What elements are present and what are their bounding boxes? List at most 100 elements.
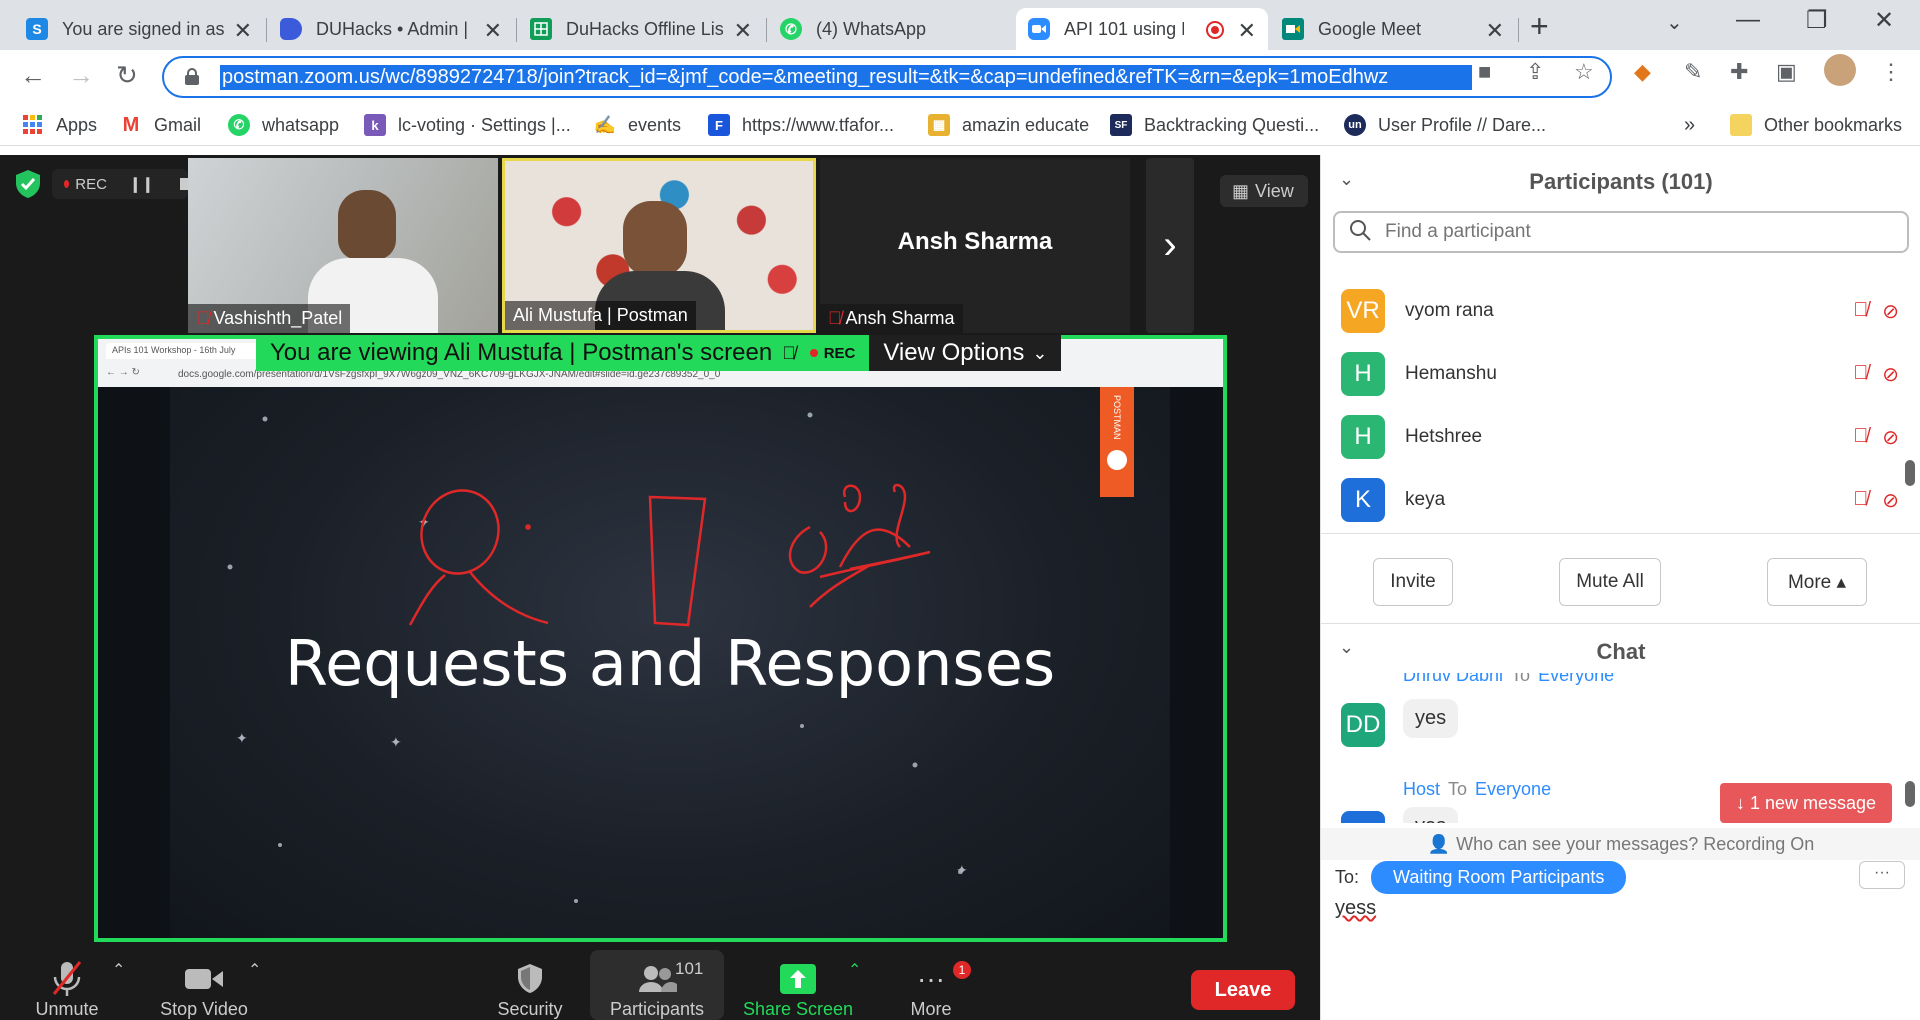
address-bar[interactable]: postman.zoom.us/wc/89892724718/join?trac… bbox=[162, 56, 1612, 98]
side-panel-icon[interactable]: ▣ bbox=[1776, 59, 1797, 85]
kebab-menu-icon[interactable]: ⋮ bbox=[1880, 59, 1902, 85]
participants-more-button[interactable]: More ▴ bbox=[1767, 558, 1867, 606]
bookmark-backtracking[interactable]: SF Backtracking Questi... bbox=[1110, 114, 1319, 136]
participant-row[interactable]: H Hemanshu 🎙̸ ⊘ bbox=[1341, 348, 1911, 400]
back-arrow-icon[interactable]: ← bbox=[20, 60, 46, 91]
invite-button[interactable]: Invite bbox=[1373, 558, 1453, 606]
view-button[interactable]: ▦ View bbox=[1220, 175, 1308, 207]
participants-scrollbar[interactable] bbox=[1905, 460, 1915, 486]
stop-video-button[interactable]: Stop Video bbox=[152, 950, 256, 1020]
extension-feather-icon[interactable]: ✎ bbox=[1684, 59, 1702, 85]
muted-mic-icon: 🎙̸ bbox=[1853, 298, 1869, 321]
participants-button[interactable]: 101 Participants bbox=[590, 950, 724, 1020]
recipient-selector[interactable]: Waiting Room Participants bbox=[1371, 861, 1627, 894]
browser-tab-5-active[interactable]: API 101 using P ✕ bbox=[1016, 8, 1268, 50]
next-page-chevron-icon[interactable]: › bbox=[1146, 158, 1194, 333]
participant-search-box[interactable] bbox=[1333, 211, 1909, 253]
bookmark-tfafor[interactable]: F https://www.tfafor... bbox=[708, 114, 894, 136]
zoom-favicon-icon bbox=[1028, 18, 1050, 40]
tab-title: You are signed in as bbox=[62, 18, 225, 39]
bookmark-amazin-educate[interactable]: ▦ amazin educate bbox=[928, 114, 1089, 136]
security-button[interactable]: Security bbox=[490, 950, 570, 1020]
viewing-indicator: You are viewing Ali Mustufa | Postman's … bbox=[256, 335, 870, 371]
chat-scrollbar[interactable] bbox=[1905, 781, 1915, 807]
browser-tab-1[interactable]: S You are signed in as ✕ bbox=[14, 8, 264, 50]
participants-icon: 101 bbox=[637, 959, 703, 999]
svg-text:✦: ✦ bbox=[390, 734, 402, 750]
participant-search-input[interactable] bbox=[1385, 221, 1885, 243]
chat-sender-line: Host To Everyone bbox=[1403, 779, 1552, 799]
participant-big-name: Ansh Sharma bbox=[897, 228, 1053, 255]
participant-row[interactable]: H Hetshree 🎙̸ ⊘ bbox=[1341, 411, 1911, 463]
close-icon[interactable]: ✕ bbox=[734, 18, 752, 44]
participant-status-icons: 🎙̸ ⊘ bbox=[1853, 362, 1899, 387]
chat-visibility-notice[interactable]: 👤 Who can see your messages? Recording On bbox=[1321, 828, 1920, 860]
pause-recording-icon[interactable]: ❙❙ bbox=[129, 175, 154, 193]
chat-more-button[interactable]: ··· bbox=[1859, 861, 1905, 889]
avatar: VR bbox=[1341, 289, 1385, 333]
profile-avatar[interactable] bbox=[1824, 54, 1856, 86]
bookmark-label: Other bookmarks bbox=[1764, 114, 1903, 135]
video-tile-ansh-sharma[interactable]: Ansh Sharma 🎙̸ Ansh Sharma bbox=[820, 158, 1130, 333]
bookmark-events[interactable]: ✍ events bbox=[594, 114, 681, 136]
camera-blocked-icon[interactable]: ■ bbox=[1478, 59, 1491, 85]
restore-icon[interactable]: ❐ bbox=[1806, 6, 1828, 35]
share-options-caret-icon[interactable]: ⌃ bbox=[848, 960, 861, 980]
bookmark-apps[interactable]: Apps bbox=[22, 114, 97, 136]
close-icon[interactable]: ✕ bbox=[1486, 18, 1504, 44]
events-icon: ✍ bbox=[593, 114, 617, 135]
more-button[interactable]: ··· 1 More bbox=[900, 950, 971, 1020]
audio-options-caret-icon[interactable]: ⌃ bbox=[112, 960, 125, 980]
window-close-icon[interactable]: ✕ bbox=[1874, 6, 1894, 35]
mute-all-button[interactable]: Mute All bbox=[1559, 558, 1661, 606]
other-bookmarks[interactable]: Other bookmarks bbox=[1730, 114, 1902, 136]
video-tile-ali-mustufa[interactable]: Ali Mustufa | Postman bbox=[502, 158, 816, 333]
minimize-icon[interactable]: — bbox=[1736, 6, 1760, 34]
leave-button[interactable]: Leave bbox=[1191, 970, 1295, 1010]
tab-title: (4) WhatsApp bbox=[816, 18, 927, 39]
lock-icon[interactable] bbox=[184, 68, 200, 86]
chat-input[interactable]: yess bbox=[1335, 897, 1376, 920]
reload-icon[interactable]: ↻ bbox=[116, 60, 138, 91]
slide-panel-left bbox=[98, 387, 170, 938]
bookmark-whatsapp[interactable]: ✆ whatsapp bbox=[228, 114, 339, 136]
extensions-puzzle-icon[interactable]: ✚ bbox=[1730, 59, 1748, 85]
bookmark-lc-voting[interactable]: k lc-voting · Settings |... bbox=[364, 114, 571, 136]
share-icon[interactable]: ⇪ bbox=[1526, 59, 1544, 85]
close-icon[interactable]: ✕ bbox=[1238, 18, 1256, 44]
close-icon[interactable]: ✕ bbox=[234, 18, 252, 44]
bookmark-user-profile[interactable]: un User Profile // Dare... bbox=[1344, 114, 1546, 136]
metamask-icon[interactable]: ◆ bbox=[1634, 59, 1651, 85]
browser-tab-2[interactable]: DUHacks • Admin | ✕ bbox=[268, 8, 514, 50]
browser-toolbar: ← → ↻ postman.zoom.us/wc/89892724718/joi… bbox=[0, 50, 1920, 106]
browser-tab-4[interactable]: ✆ (4) WhatsApp bbox=[768, 8, 1014, 50]
participants-count: 101 bbox=[675, 959, 704, 978]
notification-badge: 1 bbox=[953, 961, 971, 979]
shared-screen[interactable]: APIs 101 Workshop - 16th July ← → ↻ docs… bbox=[94, 335, 1227, 942]
view-options-dropdown[interactable]: View Options ⌄ bbox=[869, 335, 1062, 371]
unmute-button[interactable]: Unmute bbox=[22, 950, 112, 1020]
side-panel: ⌄ Participants (101) VR vyom rana 🎙̸⊘ H … bbox=[1320, 155, 1920, 1020]
chat-recipient-row: To: Waiting Room Participants bbox=[1335, 861, 1627, 894]
url-text[interactable]: postman.zoom.us/wc/89892724718/join?trac… bbox=[220, 64, 1472, 90]
new-tab-plus-icon[interactable]: + bbox=[1530, 8, 1549, 45]
new-message-button[interactable]: ↓ 1 new message bbox=[1720, 783, 1892, 823]
participant-row[interactable]: VR vyom rana 🎙̸ ⊘ bbox=[1341, 285, 1911, 337]
bookmark-star-icon[interactable]: ☆ bbox=[1574, 59, 1594, 85]
shield-check-icon[interactable] bbox=[14, 169, 42, 199]
video-options-caret-icon[interactable]: ⌃ bbox=[248, 960, 261, 980]
stop-recording-icon[interactable] bbox=[180, 178, 188, 190]
mic-icon: 🎙̸ bbox=[782, 342, 796, 363]
close-icon[interactable]: ✕ bbox=[484, 18, 502, 44]
share-screen-button[interactable]: Share Screen bbox=[740, 950, 856, 1020]
bookmark-gmail[interactable]: M Gmail bbox=[120, 114, 201, 136]
browser-tab-6[interactable]: Google Meet ✕ bbox=[1270, 8, 1516, 50]
forward-arrow-icon[interactable]: → bbox=[68, 60, 94, 91]
browser-tab-3[interactable]: DuHacks Offline Lis ✕ bbox=[518, 8, 764, 50]
screen-share-banner: You are viewing Ali Mustufa | Postman's … bbox=[256, 335, 1062, 371]
bookmarks-overflow-button[interactable]: » bbox=[1684, 114, 1695, 137]
whatsapp-icon: ✆ bbox=[228, 114, 250, 136]
tab-search-chevron-icon[interactable]: ⌄ bbox=[1666, 10, 1683, 35]
participant-row[interactable]: K keya 🎙̸ ⊘ bbox=[1341, 474, 1911, 526]
video-tile-vashishth[interactable]: 🎙̸ Vashishth_Patel bbox=[188, 158, 498, 333]
